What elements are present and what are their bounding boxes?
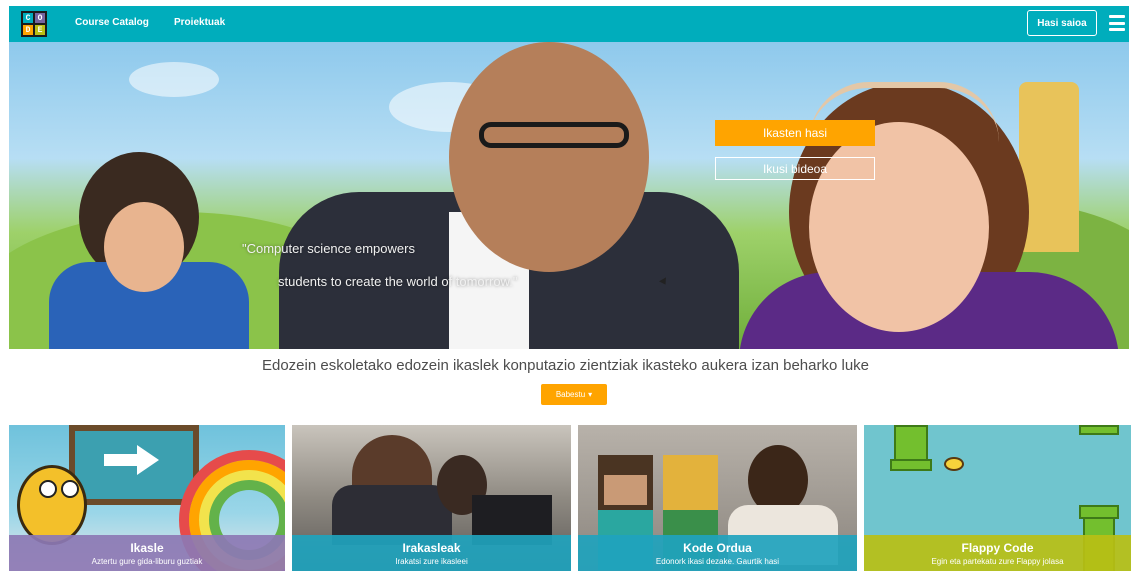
donate-dropdown-button[interactable]: Babestu ▾ (541, 384, 607, 405)
start-learning-button[interactable]: Ikasten hasi (715, 120, 875, 146)
tile-title: Irakasleak (402, 540, 461, 555)
tile-title: Ikasle (130, 540, 164, 555)
tile-band: Kode Ordua Edonork ikasi dezake. Gaurtik… (578, 535, 857, 571)
tile-band: Flappy Code Egin eta partekatu zure Flap… (864, 535, 1131, 571)
tile-teachers[interactable]: Irakasleak Irakatsi zure ikasleei (292, 425, 571, 571)
hero-quote-line2: students to create the world of tomorrow… (278, 274, 518, 289)
tile-subtitle: Aztertu gure gida-liburu guztiak (91, 556, 203, 566)
hero-quote-line1: "Computer science empowers (242, 241, 415, 256)
mission-tagline: Edozein eskoletako edozein ikaslek konpu… (261, 357, 870, 374)
tile-subtitle: Edonork ikasi dezake. Gaurtik hasi (655, 556, 780, 566)
nav-projects-link[interactable]: Proiektuak (174, 17, 225, 28)
logo-letter: C (23, 13, 33, 23)
top-nav-bar: C O D E Course Catalog Proiektuak Hasi s… (9, 6, 1129, 42)
tile-subtitle: Egin eta partekatu zure Flappy jolasa (931, 556, 1064, 566)
tile-hour-of-code[interactable]: Kode Ordua Edonork ikasi dezake. Gaurtik… (578, 425, 857, 571)
tile-students[interactable]: Ikasle Aztertu gure gida-liburu guztiak (9, 425, 285, 571)
tile-band: Ikasle Aztertu gure gida-liburu guztiak (9, 535, 285, 571)
tile-band: Irakasleak Irakatsi zure ikasleei (292, 535, 571, 571)
logo-letter: E (35, 25, 45, 35)
hero-banner: Ikasten hasi Ikusi bideoa "Computer scie… (9, 42, 1129, 349)
hamburger-line (1109, 15, 1125, 18)
page: C O D E Course Catalog Proiektuak Hasi s… (0, 0, 1131, 571)
hamburger-line (1109, 21, 1125, 25)
tile-subtitle: Irakatsi zure ikasleei (395, 556, 468, 566)
sign-in-button[interactable]: Hasi saioa (1027, 10, 1097, 36)
hamburger-icon[interactable] (1109, 15, 1125, 31)
tile-title: Flappy Code (961, 540, 1034, 555)
caret-down-icon: ▾ (588, 390, 593, 399)
hamburger-line (1109, 28, 1125, 31)
tile-flappy-code[interactable]: Flappy Code Egin eta partekatu zure Flap… (864, 425, 1131, 571)
watch-video-button[interactable]: Ikusi bideoa (715, 157, 875, 180)
logo-letter: D (23, 25, 33, 35)
nav-course-catalog-link[interactable]: Course Catalog (75, 17, 149, 28)
code-logo[interactable]: C O D E (21, 11, 47, 37)
flappy-bird-icon (944, 457, 964, 471)
logo-letter: O (35, 13, 45, 23)
donate-label: Babestu (555, 390, 586, 399)
tile-title: Kode Ordua (683, 540, 752, 555)
